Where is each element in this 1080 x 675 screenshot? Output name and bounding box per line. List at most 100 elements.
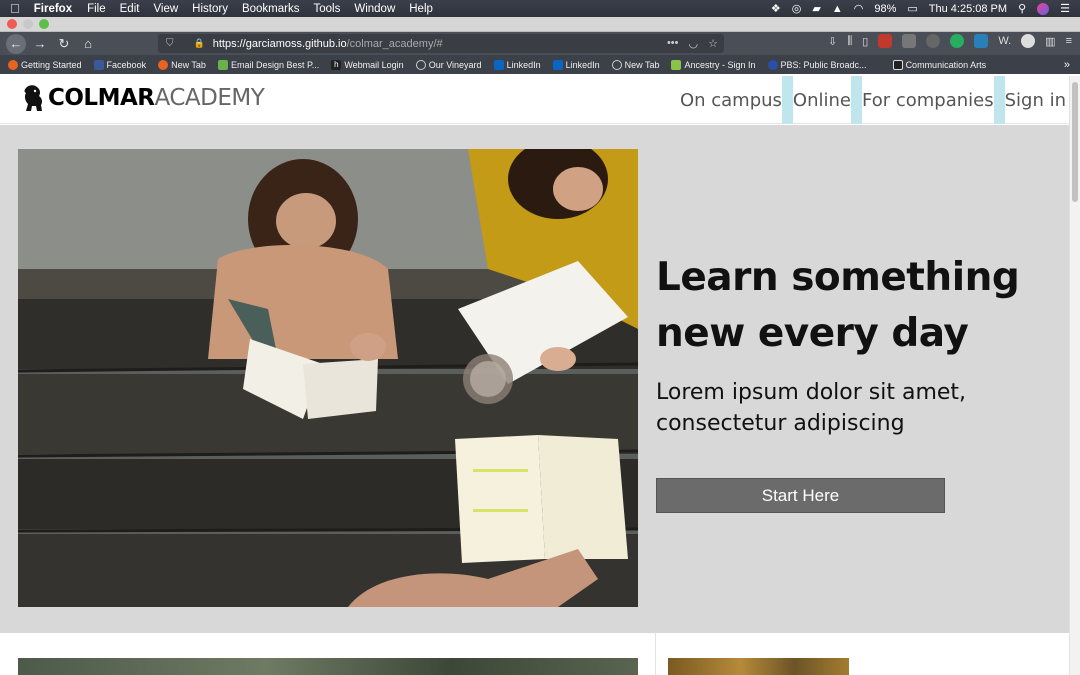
- shield-icon[interactable]: ⛉: [166, 38, 174, 49]
- account-extension-icon[interactable]: [926, 34, 941, 48]
- nav-separator: [850, 76, 862, 124]
- menu-bookmarks[interactable]: Bookmarks: [242, 3, 300, 15]
- extension-bars-icon[interactable]: ▥: [1045, 35, 1055, 48]
- pdf-extension-icon[interactable]: [878, 34, 893, 48]
- menu-window[interactable]: Window: [354, 3, 395, 15]
- bookmark-item[interactable]: PBS: Public Broadc...: [767, 59, 867, 70]
- bookmarks-bar: Getting Started Facebook New Tab Email D…: [0, 55, 1080, 74]
- hero-title: Learn something new every day: [656, 255, 1020, 356]
- library-icon[interactable]: ⫼: [847, 35, 852, 48]
- hero-image: [18, 149, 638, 607]
- bookmark-item[interactable]: Communication Arts: [892, 59, 986, 70]
- menu-app-name[interactable]: Firefox: [34, 3, 72, 15]
- bookmark-item[interactable]: Getting Started: [8, 59, 82, 70]
- nav-on-campus[interactable]: On campus: [680, 76, 782, 124]
- extension-blue-icon[interactable]: [974, 34, 989, 48]
- battery-icon[interactable]: ▭: [907, 2, 917, 15]
- hero-text: Learn something new every day Lorem ipsu…: [656, 250, 1066, 439]
- bookmark-item[interactable]: New Tab: [158, 59, 206, 70]
- bookmark-item[interactable]: h Webmail Login: [331, 59, 404, 70]
- web-page: COLMAR ACADEMY On campus Online For compa…: [0, 76, 1080, 675]
- battery-percent[interactable]: 98%: [874, 3, 896, 15]
- menu-help[interactable]: Help: [409, 3, 433, 15]
- profile-icon[interactable]: [1021, 34, 1036, 48]
- nav-online[interactable]: Online: [793, 76, 851, 124]
- menu-file[interactable]: File: [87, 3, 106, 15]
- sidebar-icon[interactable]: ▯: [862, 35, 868, 48]
- site-header: COLMAR ACADEMY On campus Online For compa…: [0, 76, 1080, 124]
- nav-separator: [781, 76, 793, 124]
- back-icon[interactable]: ←: [6, 33, 26, 54]
- downloads-icon[interactable]: ⇩: [828, 35, 837, 48]
- page-scrollbar[interactable]: [1069, 76, 1080, 675]
- toolbar-right: ⇩ ⫼ ▯ W. ▥ ≡: [828, 34, 1072, 48]
- globe-icon: [611, 59, 622, 70]
- menu-tools[interactable]: Tools: [313, 3, 340, 15]
- bookmark-item[interactable]: Ancestry - Sign In: [671, 59, 756, 70]
- minimize-window-icon[interactable]: [23, 19, 33, 29]
- bookmark-item[interactable]: LinkedIn: [493, 59, 541, 70]
- ancestry-icon: [671, 59, 682, 70]
- page-actions-button[interactable]: •••: [667, 37, 679, 50]
- home-icon[interactable]: ⌂: [78, 34, 98, 54]
- siri-icon[interactable]: [1037, 2, 1050, 15]
- spotlight-icon[interactable]: ⚲: [1018, 2, 1026, 15]
- pocket-icon[interactable]: ◡: [689, 37, 699, 50]
- zoom-window-icon[interactable]: [39, 19, 49, 29]
- menu-history[interactable]: History: [192, 3, 228, 15]
- bookmarks-overflow-icon[interactable]: »: [1064, 59, 1070, 71]
- lion-logo-icon: [24, 85, 43, 111]
- menu-view[interactable]: View: [153, 3, 178, 15]
- webmail-icon: h: [331, 59, 342, 70]
- url-host: https://garciamoss.github.io: [212, 37, 347, 50]
- extension-w-icon[interactable]: W.: [998, 35, 1011, 47]
- bookmark-item[interactable]: New Tab: [611, 59, 659, 70]
- window-titlebar: [0, 17, 1080, 32]
- students-studying-photo: [18, 149, 638, 607]
- forward-icon[interactable]: →: [30, 34, 50, 54]
- linkedin-icon: [493, 59, 504, 70]
- wifi-icon[interactable]: ◠: [854, 2, 864, 15]
- feature-image: [18, 658, 638, 675]
- creative-cloud-icon[interactable]: ◎: [792, 2, 802, 15]
- lock-icon[interactable]: 🔒: [194, 38, 205, 49]
- hero-section: Learn something new every day Lorem ipsu…: [0, 125, 1069, 633]
- nav-sign-in[interactable]: Sign in: [1005, 76, 1066, 124]
- scrollbar-thumb[interactable]: [1072, 82, 1078, 202]
- url-path: /colmar_academy/#: [346, 37, 443, 50]
- notification-icon[interactable]: ▰: [812, 2, 820, 15]
- bookmark-item[interactable]: Our Vineyard: [415, 59, 482, 70]
- close-window-icon[interactable]: [7, 19, 17, 29]
- reload-icon[interactable]: ↻: [54, 34, 74, 54]
- firefox-icon: [158, 59, 169, 70]
- main-nav: On campus Online For companies Sign in: [680, 76, 1066, 124]
- divider: [655, 633, 656, 675]
- menu-hamburger-icon[interactable]: ≡: [1066, 35, 1072, 47]
- menu-edit[interactable]: Edit: [120, 3, 140, 15]
- bookmark-item[interactable]: Email Design Best P...: [217, 59, 319, 70]
- url-bar[interactable]: ⛉ 🔒 https://garciamoss.github.io /colmar…: [158, 34, 724, 53]
- firefox-icon: [8, 59, 18, 70]
- adobe-icon[interactable]: ▲: [832, 3, 843, 15]
- extension-k-icon[interactable]: [902, 34, 917, 48]
- apple-icon[interactable]: : [10, 1, 20, 16]
- clock[interactable]: Thu 4:25:08 PM: [929, 3, 1007, 15]
- facebook-icon: [93, 59, 104, 70]
- pbs-icon: [767, 59, 778, 70]
- logo-text-light: ACADEMY: [154, 85, 265, 111]
- content-section: [0, 633, 1069, 675]
- dropbox-icon[interactable]: ❖: [771, 2, 781, 15]
- start-here-button[interactable]: Start Here: [656, 478, 945, 513]
- nav-for-companies[interactable]: For companies: [862, 76, 994, 124]
- site-logo[interactable]: COLMAR ACADEMY: [22, 84, 265, 112]
- status-area: ❖ ◎ ▰ ▲ ◠ 98% ▭ Thu 4:25:08 PM ⚲ ☰: [771, 0, 1070, 17]
- bookmark-star-icon[interactable]: ☆: [708, 37, 718, 50]
- linkedin-icon: [552, 59, 563, 70]
- bookmark-item[interactable]: Facebook: [93, 59, 146, 70]
- ca-icon: [892, 59, 903, 70]
- nav-separator: [993, 76, 1005, 124]
- macos-menubar:  Firefox File Edit View History Bookmar…: [0, 0, 1080, 17]
- grammarly-icon[interactable]: [950, 34, 965, 48]
- control-center-icon[interactable]: ☰: [1060, 2, 1070, 15]
- bookmark-item[interactable]: LinkedIn: [552, 59, 600, 70]
